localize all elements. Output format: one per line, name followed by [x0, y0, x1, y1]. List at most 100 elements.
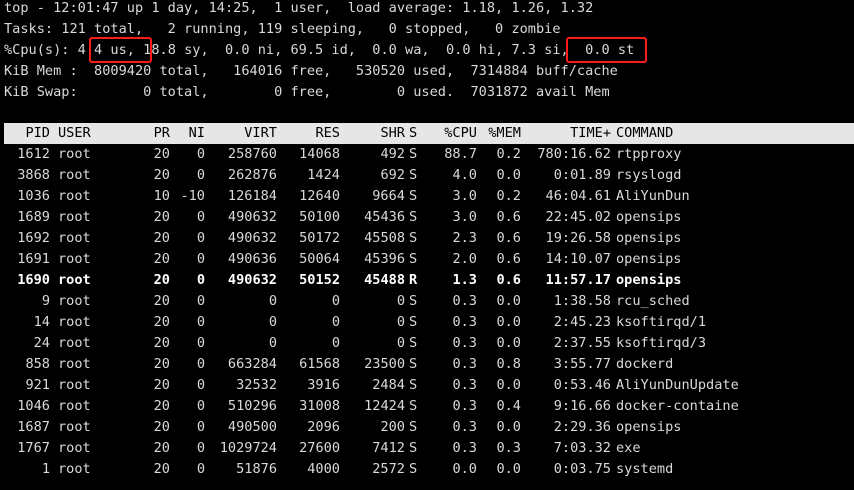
cpu-prefix: %Cpu(s):: [4, 42, 78, 58]
user-cell: root: [58, 377, 91, 393]
user-cell: root: [58, 188, 91, 204]
state-cell: S: [409, 314, 418, 330]
shr-cell: 45508: [364, 230, 405, 246]
process-row[interactable]: 14 root 20 0 0 0 0 S 0.3 0.0 2:45.23 ksoftirqd/1: [4, 312, 854, 333]
time-cell: 22:45.02: [545, 209, 611, 225]
state-cell: S: [409, 293, 418, 309]
user-cell: root: [58, 251, 91, 267]
command-cell: rtpproxy: [616, 146, 682, 162]
shr-cell: 0: [396, 314, 405, 330]
user-cell: root: [58, 440, 91, 456]
user-cell: root: [58, 335, 91, 351]
cpu-cell: 4.0: [452, 167, 477, 183]
col-ni[interactable]: NI: [170, 123, 205, 144]
process-table-header: PID USER PR NI VIRT RES SHR S %CPU %MEM …: [4, 123, 854, 144]
process-row[interactable]: 1691 root 20 0 490636 50064 45396 S 2.0 0.6 14:10.…: [4, 249, 854, 270]
col-res[interactable]: RES: [277, 123, 340, 144]
shr-cell: 692: [380, 167, 405, 183]
cpu-cell: 0.3: [452, 398, 477, 414]
swap-line: KiB Swap: 0 total, 0 free, 0 used. 70318…: [4, 84, 610, 100]
time-cell: 14:10.07: [545, 251, 611, 267]
cpu-cell: 0.3: [452, 335, 477, 351]
virt-cell: 262876: [227, 167, 277, 183]
user-cell: root: [58, 272, 91, 288]
virt-cell: 0: [268, 335, 277, 351]
res-cell: 0: [331, 314, 340, 330]
col-cpu[interactable]: %CPU: [422, 123, 477, 144]
pid-cell: 1690: [17, 272, 50, 288]
col-pid[interactable]: PID: [4, 123, 50, 144]
process-row[interactable]: 1612 root 20 0 258760 14068 492 S 88.7 0.2 780:16.…: [4, 144, 854, 165]
col-user[interactable]: USER: [58, 123, 91, 144]
cpu-cell: 0.3: [452, 293, 477, 309]
virt-cell: 490632: [227, 230, 277, 246]
virt-cell: 1029724: [219, 440, 277, 456]
time-cell: 19:26.58: [545, 230, 611, 246]
mem-cell: 0.2: [496, 146, 521, 162]
process-row[interactable]: 1692 root 20 0 490632 50172 45508 S 2.3 0.6 19:26.…: [4, 228, 854, 249]
mem-cell: 0.6: [496, 272, 521, 288]
terminal-window[interactable]: top - 12:01:47 up 1 day, 14:25, 1 user, …: [0, 0, 854, 490]
process-row[interactable]: 921 root 20 0 32532 3916 2484 S 0.3 0.0 0:53.46 Ali…: [4, 375, 854, 396]
pid-cell: 858: [25, 356, 50, 372]
process-row[interactable]: 1036 root 10 -10 126184 12640 9664 S 3.0 0.2 46:04…: [4, 186, 854, 207]
col-mem[interactable]: %MEM: [477, 123, 521, 144]
process-row[interactable]: 1046 root 20 0 510296 31008 12424 S 0.3 0.4 9:16.6…: [4, 396, 854, 417]
process-row[interactable]: 9 root 20 0 0 0 0 S 0.3 0.0 1:38.58 rcu_sched: [4, 291, 854, 312]
pr-cell: 20: [153, 251, 170, 267]
res-cell: 1424: [307, 167, 340, 183]
user-cell: root: [58, 146, 91, 162]
time-cell: 0:03.75: [553, 461, 611, 477]
col-command[interactable]: COMMAND: [616, 123, 673, 144]
res-cell: 31008: [299, 398, 340, 414]
ni-cell: 0: [196, 293, 205, 309]
ni-cell: 0: [196, 209, 205, 225]
top-uptime-line: top - 12:01:47 up 1 day, 14:25, 1 user, …: [4, 0, 594, 16]
process-row[interactable]: 1 root 20 0 51876 4000 2572 S 0.0 0.0 0:03.75 syste…: [4, 459, 854, 480]
col-shr[interactable]: SHR: [340, 123, 405, 144]
pr-cell: 20: [153, 440, 170, 456]
process-row[interactable]: 1687 root 20 0 490500 2096 200 S 0.3 0.0 2:29.36 op…: [4, 417, 854, 438]
mem-cell: 0.2: [496, 188, 521, 204]
process-row[interactable]: 1689 root 20 0 490632 50100 45436 S 3.0 0.6 22:45.…: [4, 207, 854, 228]
state-cell: S: [409, 230, 418, 246]
pid-cell: 1687: [17, 419, 50, 435]
shr-cell: 2484: [372, 377, 405, 393]
ni-cell: 0: [196, 272, 205, 288]
time-cell: 2:45.23: [553, 314, 611, 330]
process-row[interactable]: 3868 root 20 0 262876 1424 692 S 4.0 0.0 0:01.89 rs…: [4, 165, 854, 186]
col-virt[interactable]: VIRT: [209, 123, 277, 144]
process-row[interactable]: 858 root 20 0 663284 61568 23500 S 0.3 0.8 3:55.77…: [4, 354, 854, 375]
cpu-cell: 0.3: [452, 419, 477, 435]
user-cell: root: [58, 356, 91, 372]
pr-cell: 20: [153, 461, 170, 477]
state-cell: S: [409, 188, 418, 204]
user-cell: root: [58, 419, 91, 435]
mem-cell: 0.0: [496, 335, 521, 351]
mem-cell: 0.0: [496, 377, 521, 393]
virt-cell: 510296: [227, 398, 277, 414]
virt-cell: 490500: [227, 419, 277, 435]
mem-cell: 0.0: [496, 419, 521, 435]
virt-cell: 0: [268, 293, 277, 309]
col-pr[interactable]: PR: [132, 123, 170, 144]
command-cell: opensips: [616, 230, 682, 246]
process-row[interactable]: 24 root 20 0 0 0 0 S 0.3 0.0 2:37.55 ksoftirqd/3: [4, 333, 854, 354]
pid-cell: 3868: [17, 167, 50, 183]
process-row[interactable]: 1690 root 20 0 490632 50152 45488 R 1.3 0.6 11:57.…: [4, 270, 854, 291]
command-cell: ksoftirqd/3: [616, 335, 707, 351]
state-cell: S: [409, 398, 418, 414]
state-cell: R: [409, 272, 418, 288]
col-s[interactable]: S: [409, 123, 417, 144]
pid-cell: 1: [41, 461, 50, 477]
command-cell: dockerd: [616, 356, 674, 372]
col-time[interactable]: TIME+: [521, 123, 611, 144]
time-cell: 11:57.17: [545, 272, 611, 288]
shr-cell: 9664: [372, 188, 405, 204]
virt-cell: 32532: [236, 377, 277, 393]
process-row[interactable]: 1767 root 20 0 1029724 27600 7412 S 0.3 0.3 7:03.3…: [4, 438, 854, 459]
command-cell: AliYunDun: [616, 188, 690, 204]
time-cell: 2:29.36: [553, 419, 611, 435]
cpu-cell: 0.3: [452, 440, 477, 456]
user-cell: root: [58, 314, 91, 330]
